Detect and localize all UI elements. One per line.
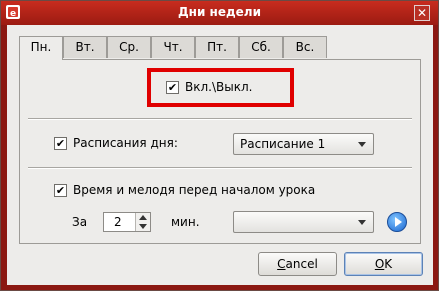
play-icon (395, 217, 402, 227)
cancel-label: ancel (285, 257, 318, 271)
schedule-select[interactable]: Расписание 1 (233, 133, 374, 155)
minutes-unit-label: мин. (171, 215, 200, 229)
schedule-checkbox[interactable]: ✔ (54, 137, 67, 150)
tab-friday[interactable]: Пт. (195, 36, 239, 58)
window-title: Дни недели (177, 5, 262, 19)
cancel-mnemonic: C (277, 257, 286, 271)
before-prefix-label: За (72, 215, 88, 229)
tab-monday[interactable]: Пн. (19, 36, 63, 60)
melody-label: Время и мелодя перед началом урока (73, 183, 316, 197)
close-icon[interactable]: ✕ (414, 5, 430, 21)
tab-tuesday[interactable]: Вт. (63, 36, 107, 58)
ok-label: K (384, 257, 393, 271)
ok-button[interactable]: OK (344, 252, 423, 276)
schedule-select-value: Расписание 1 (240, 137, 326, 151)
tab-thursday[interactable]: Чт. (151, 36, 195, 58)
minutes-value: 2 (114, 215, 122, 229)
arrow-down-icon[interactable] (139, 224, 147, 229)
cancel-button[interactable]: Cancel (258, 252, 337, 276)
separator (28, 118, 412, 120)
melody-checkbox[interactable]: ✔ (54, 184, 67, 197)
title-bar[interactable]: e Дни недели ✕ (1, 1, 438, 25)
dialog-window: e Дни недели ✕ Пн. Вт. Ср. Чт. Пт. Сб. В… (0, 0, 439, 291)
tab-wednesday[interactable]: Ср. (107, 36, 151, 58)
enable-checkbox[interactable]: ✔ (166, 81, 179, 94)
tab-sunday[interactable]: Вс. (283, 36, 327, 58)
tab-page-monday: ✔ Вкл.\Выкл. ✔ Расписания дня: Расписани… (19, 59, 421, 244)
schedule-label: Расписания дня: (73, 136, 178, 150)
tab-saturday[interactable]: Сб. (239, 36, 283, 58)
enable-label: Вкл.\Выкл. (185, 80, 253, 94)
chevron-down-icon (358, 220, 366, 225)
ok-mnemonic: O (374, 257, 385, 271)
melody-select[interactable] (233, 211, 374, 233)
dialog-body: Пн. Вт. Ср. Чт. Пт. Сб. Вс. ✔ Вкл.\Выкл.… (7, 25, 433, 285)
separator (28, 167, 412, 169)
chevron-down-icon (358, 142, 366, 147)
minutes-spinbox[interactable]: 2 (103, 212, 151, 232)
spin-buttons[interactable] (135, 213, 150, 231)
arrow-up-icon[interactable] (139, 215, 147, 220)
play-button[interactable] (387, 212, 407, 232)
